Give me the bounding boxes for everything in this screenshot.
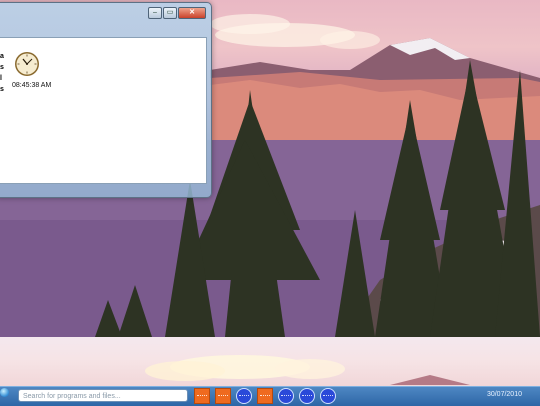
wallpaper-reflection	[0, 337, 540, 387]
button-label-dots	[197, 395, 207, 398]
side-letter: s	[0, 64, 4, 71]
button-label-dots	[218, 395, 228, 398]
taskbar-app-button-6[interactable]	[299, 388, 315, 404]
taskbar: Search for programs and files... 30/07/2…	[0, 386, 540, 406]
clock-time-label: 08:45:38 AM	[12, 82, 52, 89]
button-label-dots	[323, 395, 333, 398]
taskbar-app-button-2[interactable]	[215, 388, 231, 404]
button-label-dots	[239, 395, 249, 398]
button-label-dots	[281, 395, 291, 398]
minimize-button[interactable]: –	[148, 7, 162, 19]
reflection-scene	[145, 355, 470, 385]
taskbar-app-button-3[interactable]	[236, 388, 252, 404]
start-search-input[interactable]: Search for programs and files...	[18, 389, 188, 402]
taskbar-app-button-5[interactable]	[278, 388, 294, 404]
taskbar-app-button-4[interactable]	[257, 388, 273, 404]
taskbar-app-button-1[interactable]	[194, 388, 210, 404]
close-button[interactable]: ✕	[178, 7, 206, 19]
window-controls: – ▭ ✕	[147, 7, 206, 19]
side-letter: s	[0, 86, 4, 93]
clock-window[interactable]: – ▭ ✕ a s l s 08:45:38 AM	[0, 2, 212, 198]
side-letter: a	[0, 53, 4, 60]
start-orb-icon[interactable]	[0, 388, 9, 397]
button-label-dots	[260, 395, 270, 398]
button-label-dots	[302, 395, 312, 398]
truncated-text-column: a s l s	[0, 51, 4, 95]
window-client-area: a s l s 08:45:38 AM	[0, 37, 207, 184]
taskbar-date[interactable]: 30/07/2010	[487, 391, 522, 398]
side-letter: l	[0, 75, 2, 82]
clock-icon	[15, 52, 39, 76]
maximize-button[interactable]: ▭	[163, 7, 177, 19]
taskbar-app-button-7[interactable]	[320, 388, 336, 404]
